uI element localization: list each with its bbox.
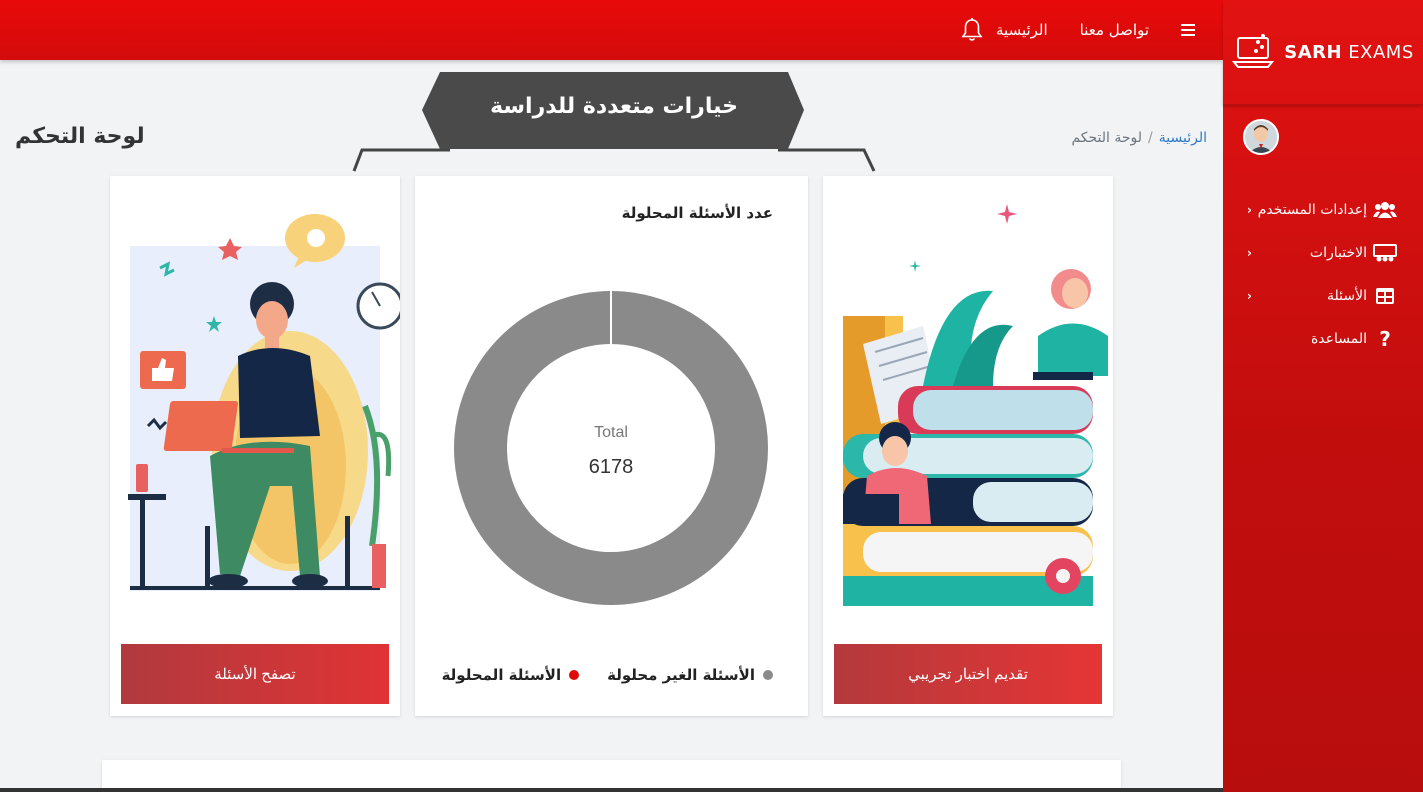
breadcrumb-separator: / [1148, 130, 1153, 146]
person-laptop-illustration [128, 214, 400, 591]
nav-home-link[interactable]: الرئيسية [996, 21, 1048, 39]
menu-toggle-icon[interactable] [1181, 24, 1195, 36]
sidebar-item-label: إعدادات المستخدم [1257, 201, 1367, 218]
page-title: لوحة التحكم [15, 124, 145, 149]
browse-questions-card: تصفح الأسئلة [110, 176, 400, 716]
breadcrumb: الرئيسية / لوحة التحكم [1071, 130, 1207, 146]
users-icon [1371, 200, 1399, 220]
sidebar-item-questions[interactable]: الأسئلة ‹ [1223, 274, 1423, 317]
chart-center-value: 6178 [589, 456, 634, 478]
chart-legend: الأسئلة الغير محلولة الأسئلة المحلولة [442, 666, 773, 684]
sidebar-item-label: المساعدة [1310, 330, 1367, 347]
sidebar-item-label: الاختبارات [1309, 244, 1367, 261]
legend-item-unsolved[interactable]: الأسئلة الغير محلولة [607, 666, 773, 684]
sidebar: SARH EXAMS إعدادات المستخدم ‹ الاختبارات… [1223, 0, 1423, 792]
legend-dot-solved [569, 670, 580, 680]
breadcrumb-home-link[interactable]: الرئيسية [1159, 130, 1207, 146]
laptop-logo-icon [1232, 34, 1275, 68]
legend-dot-unsolved [763, 670, 773, 680]
sidebar-item-exams[interactable]: الاختبارات ‹ [1223, 231, 1423, 274]
legend-label-solved: الأسئلة المحلولة [441, 666, 562, 684]
trial-exam-button[interactable]: تقديم اختبار تجريبي [834, 644, 1102, 704]
exams-icon [1371, 243, 1399, 263]
legend-label-unsolved: الأسئلة الغير محلولة [607, 666, 755, 684]
top-nav: تواصل معنا الرئيسية [960, 0, 1195, 60]
donut-slice[interactable] [454, 291, 768, 605]
top-navbar: تواصل معنا الرئيسية [0, 0, 1223, 60]
nav-contact-link[interactable]: تواصل معنا [1080, 21, 1149, 39]
brand-logo[interactable]: SARH EXAMS [1223, 0, 1423, 105]
sidebar-item-label: الأسئلة [1327, 287, 1367, 304]
study-options-banner: خيارات متعددة للدراسة [350, 72, 878, 172]
sidebar-menu: إعدادات المستخدم ‹ الاختبارات ‹ الأسئلة … [1223, 188, 1423, 360]
banner-title: خيارات متعددة للدراسة [490, 94, 738, 119]
legend-item-solved[interactable]: الأسئلة المحلولة [442, 666, 580, 684]
browse-questions-button[interactable]: تصفح الأسئلة [121, 644, 389, 704]
chevron-left-icon: ‹ [1247, 202, 1252, 217]
bell-icon[interactable] [960, 17, 984, 43]
taskbar-strip [0, 788, 1223, 792]
brand-name: SARH EXAMS [1284, 41, 1414, 63]
solved-questions-chart-card: عدد الأسئلة المحلولة Total 6178 الأسئلة … [415, 176, 808, 716]
question-icon: ? [1379, 326, 1391, 351]
table-icon [1371, 286, 1399, 306]
donut-chart: Total 6178 [454, 291, 768, 605]
chevron-left-icon: ‹ [1247, 245, 1252, 260]
trial-exam-card: تقديم اختبار تجريبي [823, 176, 1113, 716]
sidebar-item-help[interactable]: ? المساعدة [1223, 317, 1423, 360]
avatar[interactable] [1243, 119, 1279, 155]
students-books-illustration [843, 204, 1108, 606]
banner-shape [352, 72, 876, 172]
breadcrumb-current: لوحة التحكم [1071, 130, 1143, 146]
chevron-left-icon: ‹ [1247, 288, 1252, 303]
sidebar-item-user-settings[interactable]: إعدادات المستخدم ‹ [1223, 188, 1423, 231]
chart-center-label: Total [594, 424, 628, 441]
